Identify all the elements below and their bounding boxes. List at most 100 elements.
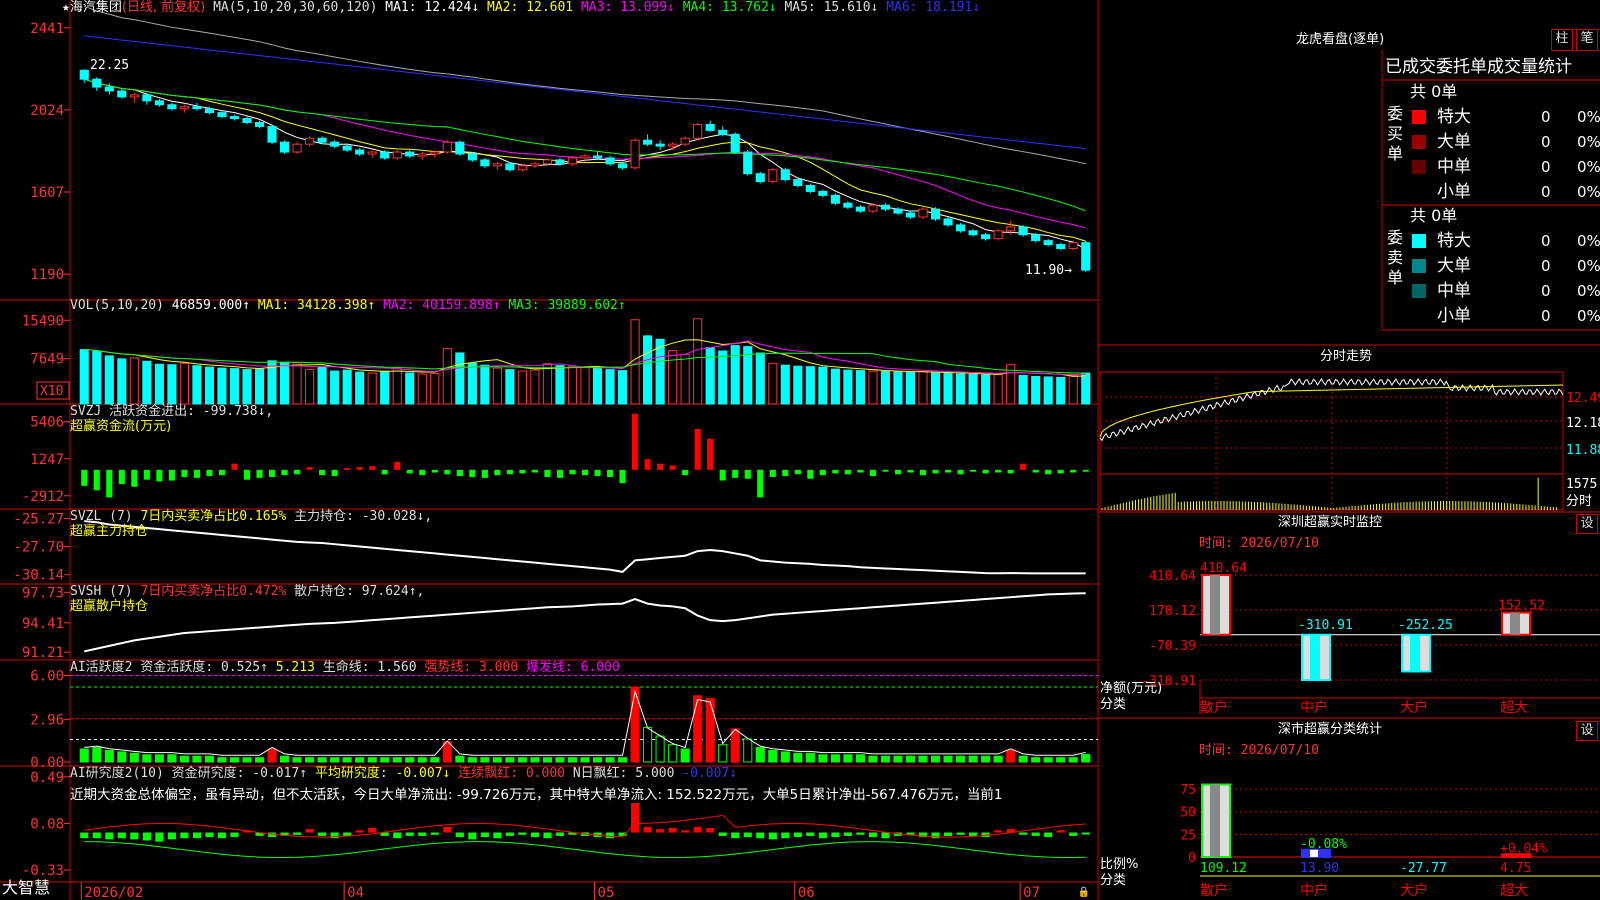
vol-bar <box>204 366 215 405</box>
legend-item: 生命线: 1.560 <box>322 660 425 675</box>
research-bar <box>994 830 1003 833</box>
dt-pct: 0% <box>1577 183 1600 201</box>
indicator-chart-canvas[interactable]: 2441 2024 1607 1190 22.25 11.90→ 15490 7649 X10 5… <box>0 0 1600 900</box>
flow-bar <box>419 469 426 476</box>
activity-bar <box>192 755 202 763</box>
legend-item: MA6: 18.191↓ <box>886 0 981 15</box>
classify-category: 超大 <box>1500 883 1528 899</box>
app-logo[interactable]: 大智慧 <box>2 880 50 896</box>
flow-bar <box>481 469 488 478</box>
app-window: 2441 2024 1607 1190 22.25 11.90→ 15490 7649 X10 5… <box>0 0 1600 900</box>
activity-bar <box>242 757 252 763</box>
research-bar <box>656 829 665 833</box>
research-bar <box>80 832 89 839</box>
flow-bar <box>757 469 764 498</box>
vol-bar <box>104 355 114 405</box>
flow-bar <box>632 413 639 470</box>
dt-label: 特大 <box>1437 107 1471 127</box>
vol-bar <box>1081 372 1091 405</box>
candle <box>1006 226 1016 232</box>
research-bar <box>518 832 527 835</box>
flow-bar <box>469 469 476 477</box>
vol-bar <box>254 368 265 405</box>
y-tick-label: -27.70 <box>13 540 64 556</box>
candle <box>905 212 916 218</box>
research-bar <box>293 832 302 835</box>
candle <box>254 121 265 127</box>
candle <box>104 86 114 92</box>
activity-bar <box>993 755 1003 763</box>
candle <box>1081 242 1091 271</box>
low-label: 11.90→ <box>1025 263 1072 278</box>
y-tick-label: 1190 <box>30 267 64 283</box>
tab-tick-view[interactable]: 笔 <box>1576 29 1598 51</box>
flow-bar <box>807 469 814 479</box>
holding-line <box>84 592 1086 653</box>
vol-bar <box>129 357 139 405</box>
activity-bar <box>117 751 127 763</box>
flow-bar <box>168 469 175 481</box>
chart-mode[interactable]: (日线, 前复权) <box>122 0 205 15</box>
research-bar <box>543 832 552 839</box>
candle <box>630 139 640 169</box>
stock-name[interactable]: 海汽集团 <box>70 0 122 15</box>
vol-bar <box>430 373 440 405</box>
flow-bar <box>143 469 150 480</box>
color-swatch <box>1412 284 1426 298</box>
flow-bar <box>506 469 513 475</box>
candle <box>580 155 590 159</box>
vol-legend: VOL(5,10,20) 46859.000↑ MA1: 34128.398↑ … <box>70 298 626 314</box>
activity-bar <box>1081 753 1091 763</box>
candle <box>930 208 941 220</box>
activity-bar <box>668 744 678 763</box>
flow-bar <box>982 469 989 474</box>
monitor-category: 散户 <box>1200 699 1228 716</box>
vol-bar <box>380 370 390 405</box>
candle <box>1056 244 1066 250</box>
flow-bar <box>93 469 100 491</box>
color-swatch <box>1412 309 1426 323</box>
activity-bar <box>805 752 815 763</box>
classify-settings-button[interactable]: 设 <box>1576 721 1598 741</box>
research-bar <box>943 832 953 836</box>
legend-item: 5.213 <box>275 660 323 675</box>
candle <box>830 194 840 204</box>
tab-bar-view[interactable]: 柱 <box>1551 29 1573 51</box>
candle <box>530 163 540 167</box>
vol-bar <box>643 335 653 405</box>
monitor-y-label: 净额(万元) <box>1100 681 1163 696</box>
flow-bar <box>406 469 413 474</box>
research-bar <box>167 832 176 840</box>
activity-bar <box>1068 757 1078 763</box>
dt-pct: 0% <box>1577 232 1600 250</box>
research-bar <box>92 832 101 839</box>
activity-bar <box>693 695 703 763</box>
flow-bar <box>356 467 363 470</box>
flow-bar <box>995 469 1002 473</box>
flow-bar <box>218 469 226 476</box>
flow-bar <box>732 469 739 478</box>
holding-line <box>84 520 1086 575</box>
classify-title: 深市超赢分类统计 <box>1278 722 1383 737</box>
candle <box>217 112 227 118</box>
classify-y-tick: 75 <box>1180 783 1196 798</box>
research-bar <box>681 830 690 833</box>
y-tick-label: 1607 <box>30 185 64 201</box>
flow-bar <box>957 469 964 475</box>
activity-bar <box>930 755 941 763</box>
legend-item: MA4: 13.762↓ <box>682 0 785 15</box>
monitor-settings-button[interactable]: 设 <box>1576 514 1598 534</box>
dt-label: 中单 <box>1437 281 1471 301</box>
candle <box>330 141 340 147</box>
ma-line <box>84 78 1086 229</box>
classify-pct: -0.08% <box>1300 837 1347 852</box>
x-tick-label: 06 <box>798 885 815 900</box>
legend-item: AI活跃度2 <box>70 660 141 675</box>
activity-line <box>84 689 1086 756</box>
vol-bar <box>567 366 578 405</box>
research-bar <box>180 832 189 839</box>
flow-bar <box>268 469 276 477</box>
star-icon[interactable]: ★ <box>62 0 70 15</box>
candle <box>893 208 903 214</box>
research-bar <box>718 832 727 836</box>
